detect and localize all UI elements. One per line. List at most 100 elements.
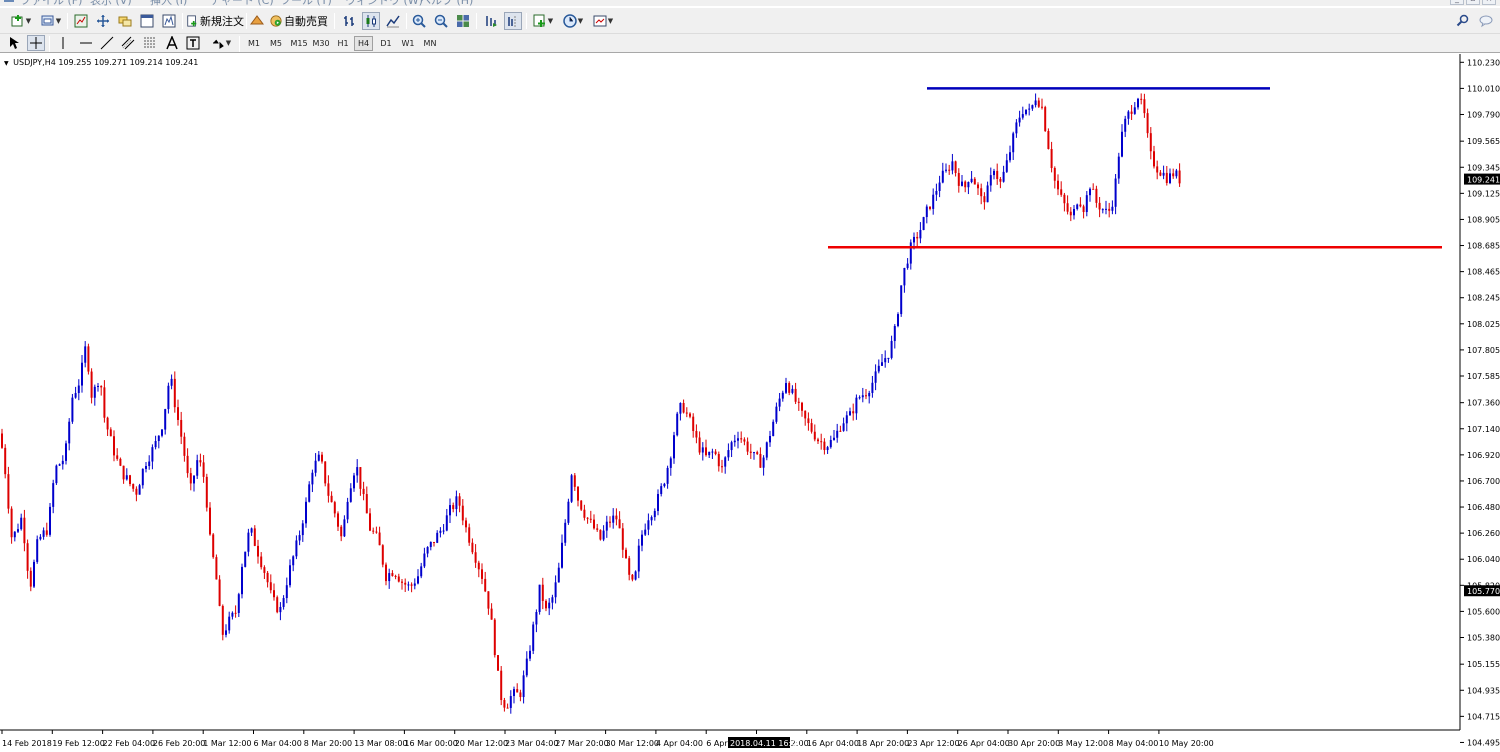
candle-body (148, 461, 151, 467)
candle-body (279, 606, 282, 613)
menu-chart[interactable]: チャート (C) (210, 0, 274, 8)
menu-help[interactable]: ヘルプ (H) (420, 0, 473, 8)
new-order-button[interactable]: 新規注文 (186, 12, 244, 30)
candle-body (490, 608, 493, 620)
menu-tools[interactable]: ツール (T) (280, 0, 332, 8)
time-axis: 14 Feb 2018 19 Feb 12:0022 Feb 04:0026 Fe… (0, 729, 1460, 748)
profiles-button[interactable]: ▼ (38, 12, 64, 30)
candle-body (55, 465, 58, 484)
zoom-in-button[interactable] (410, 12, 428, 30)
x-tick-label: 26 Feb 20:00 (153, 739, 205, 748)
terminal-button[interactable] (138, 12, 156, 30)
timeframe-m15[interactable]: M15 (288, 36, 310, 51)
candle-body (538, 584, 541, 613)
candlestick-chart-button[interactable] (362, 12, 380, 30)
equidistant-channel-tool[interactable] (120, 35, 136, 51)
price-chart[interactable]: 110.230 110.010 109.790 109.565 109.345 109.1… (0, 54, 1500, 752)
timeframe-h1[interactable]: H1 (333, 36, 353, 51)
auto-trading-button[interactable]: 自動売買 (270, 12, 328, 30)
data-window-button[interactable] (94, 12, 112, 30)
y-tick-label: 107.805 (1467, 346, 1500, 355)
crosshair-tool[interactable] (27, 35, 45, 51)
chat-button[interactable] (1478, 12, 1494, 30)
candle-body (1127, 111, 1130, 119)
text-label-tool[interactable] (185, 35, 201, 51)
candle-body (1162, 172, 1165, 176)
horizontal-line-tool[interactable] (78, 35, 94, 51)
candle-body (1117, 156, 1120, 179)
x-tick-label: 13 Mar 08:00 (354, 739, 407, 748)
market-watch-button[interactable] (72, 12, 90, 30)
candle-body (1057, 180, 1059, 190)
candle-body (52, 483, 55, 507)
timeframe-m30[interactable]: M30 (310, 36, 332, 51)
expert-advisors-button[interactable] (250, 12, 264, 30)
candle-body (433, 541, 435, 543)
candle-body (151, 447, 154, 462)
candle-body (612, 515, 615, 523)
strategy-tester-button[interactable] (160, 12, 178, 30)
candle-body (647, 520, 650, 530)
fibonacci-tool[interactable] (142, 35, 158, 51)
timeframe-m5[interactable]: M5 (266, 36, 286, 51)
timeframe-d1[interactable]: D1 (376, 36, 396, 51)
y-tick-label: 107.140 (1467, 425, 1500, 434)
candle-body (477, 562, 480, 570)
candle-body (1175, 170, 1178, 177)
candle-body (548, 602, 551, 609)
search-button[interactable] (1456, 12, 1470, 30)
candle-body (401, 581, 403, 583)
cursor-tool[interactable] (6, 35, 22, 51)
menu-insert[interactable]: 挿入 (I) (150, 0, 187, 8)
zoom-out-button[interactable] (432, 12, 450, 30)
candle-body (919, 229, 922, 239)
candle-body (1101, 209, 1104, 211)
timeframe-mn[interactable]: MN (419, 36, 441, 51)
menu-file[interactable]: ファイル (F) (20, 0, 82, 8)
line-chart-button[interactable] (384, 12, 402, 30)
candle-body (797, 401, 800, 403)
candle-body (685, 412, 688, 414)
trend-line-icon (100, 36, 114, 50)
menu-window[interactable]: ウィンドウ (W) (345, 0, 423, 8)
candle-body (186, 455, 189, 474)
tile-windows-button[interactable] (454, 12, 472, 30)
new-chart-button[interactable]: ▼ (6, 12, 36, 30)
indicators-button[interactable]: ▼ (530, 12, 556, 30)
bar-chart-button[interactable] (340, 12, 358, 30)
restore-button[interactable]: ▫ (1466, 0, 1480, 5)
candle-body (308, 484, 311, 502)
zoom-out-icon (434, 14, 448, 28)
timeframe-m1[interactable]: M1 (244, 36, 264, 51)
auto-scroll-button[interactable] (482, 12, 500, 30)
candle-body (103, 387, 106, 418)
y-tick-label: 104.495 (1467, 738, 1500, 747)
candle-body (993, 170, 995, 176)
timeframe-h4[interactable]: H4 (354, 36, 373, 51)
market-watch-icon (74, 14, 88, 28)
candle-body (573, 475, 576, 487)
chart-window[interactable]: 110.230 110.010 109.790 109.565 109.345 109.1… (0, 54, 1500, 752)
arrows-tool[interactable]: ▼ (207, 35, 235, 51)
timeframe-w1[interactable]: W1 (398, 36, 418, 51)
x-tick-label: 8 May 04:00 (1109, 739, 1159, 748)
minimize-button[interactable]: _ (1450, 0, 1464, 5)
candle-body (177, 407, 179, 420)
candle-body (218, 579, 221, 606)
periods-button[interactable]: ▼ (560, 12, 586, 30)
chart-shift-button[interactable] (504, 12, 522, 30)
y-tick-label: 107.360 (1467, 399, 1500, 408)
candle-body (929, 206, 931, 209)
expert-hat-icon (250, 15, 264, 25)
trend-line-tool[interactable] (99, 35, 115, 51)
menu-view[interactable]: 表示 (V) (90, 0, 132, 8)
navigator-button[interactable] (116, 12, 134, 30)
y-tick-label: 107.585 (1467, 372, 1500, 381)
candle-body (413, 583, 416, 586)
templates-button[interactable]: ▼ (590, 12, 616, 30)
candle-body (1044, 107, 1047, 131)
candle-body (429, 541, 432, 548)
vertical-line-tool[interactable] (56, 35, 70, 51)
close-button[interactable]: × (1482, 0, 1496, 5)
text-tool[interactable] (164, 35, 180, 51)
